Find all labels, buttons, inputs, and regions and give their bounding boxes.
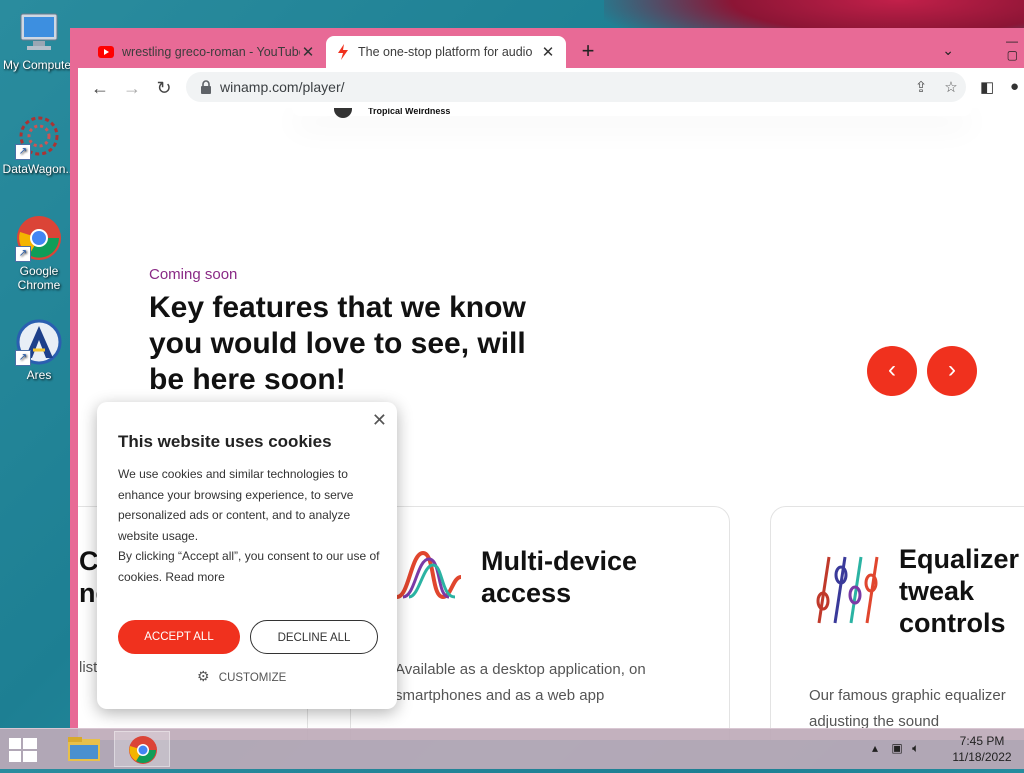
feature-card-title: Multi-device access [481, 546, 638, 608]
coming-soon-label: Coming soon [149, 266, 238, 283]
customize-label: CUSTOMIZE [218, 672, 287, 684]
cookie-consent-dialog: ✕ This website uses cookies We use cooki… [97, 402, 397, 709]
computer-icon [15, 8, 63, 56]
equalizer-sliders-icon [816, 556, 879, 624]
address-url: winamp.com/player/ [220, 79, 345, 95]
browser-chrome: wrestling greco-roman - YouTube ✕ The on… [78, 32, 1024, 108]
desktop-icon-my-computer[interactable]: My Computer [0, 8, 78, 72]
side-panel-icon[interactable]: ◧ [980, 78, 994, 96]
taskbar-clock[interactable]: 7:45 PM 11/18/2022 [944, 733, 1020, 765]
shortcut-arrow-icon: ↗ [15, 144, 31, 160]
windows-start-icon[interactable] [8, 737, 38, 763]
track-avatar [334, 108, 352, 118]
reload-icon[interactable]: ↻ [152, 76, 176, 100]
address-bar[interactable]: winamp.com/player/ ⇪ ☆ [186, 72, 966, 102]
shortcut-arrow-icon: ↗ [15, 246, 31, 262]
minimize-icon[interactable]: — [1006, 34, 1018, 48]
desktop-icon-datawagon[interactable]: ↗ DataWagon... [0, 112, 78, 176]
tab-youtube[interactable]: wrestling greco-roman - YouTube ✕ [88, 36, 326, 68]
chrome-icon: ↗ [15, 214, 63, 262]
desktop-icon-google-chrome[interactable]: ↗ Google Chrome [0, 214, 78, 292]
desktop-icon-label: My Computer [2, 58, 76, 72]
taskbar-chrome[interactable] [114, 731, 170, 767]
taskbar-file-explorer[interactable] [56, 731, 112, 767]
cookie-dialog-title: This website uses cookies [118, 432, 332, 451]
gear-icon: ⚙ [197, 668, 210, 684]
accept-all-button[interactable]: ACCEPT ALL [118, 620, 240, 654]
maximize-icon[interactable]: ▢ [1007, 48, 1018, 62]
system-tray: ▴ ▣ 🔈︎ [872, 741, 919, 756]
multi-device-wave-icon [396, 550, 462, 600]
close-icon[interactable]: ✕ [372, 410, 387, 431]
tab-search-chevron-icon[interactable]: ⌄ [942, 42, 954, 59]
folder-icon [68, 737, 100, 761]
desktop-icon-label: Ares [26, 368, 52, 382]
desktop-icon-ares[interactable]: ↗ Ares [0, 318, 78, 382]
new-tab-button[interactable]: + [576, 40, 600, 64]
share-icon[interactable]: ⇪ [906, 78, 936, 96]
read-more-link[interactable]: Read more [165, 570, 224, 584]
volume-icon[interactable]: 🔈︎ [912, 741, 919, 755]
feature-card-equalizer: Equalizer tweak controls Our famous grap… [770, 506, 1024, 740]
bookmark-star-icon[interactable]: ☆ [936, 78, 966, 96]
datawagon-icon: ↗ [15, 112, 63, 160]
chrome-icon [129, 736, 157, 764]
features-headline: Key features that we know you would love… [149, 291, 526, 396]
youtube-icon [98, 46, 114, 58]
clock-date: 11/18/2022 [952, 750, 1012, 764]
feature-card-title: Equalizer tweak controls [899, 544, 1020, 638]
cookie-body-text: We use cookies and similar technologies … [118, 467, 354, 543]
profile-icon[interactable]: ● [1010, 78, 1019, 95]
track-row: Tropical Weirdness [292, 108, 972, 118]
tab-close-icon[interactable]: ✕ [300, 43, 316, 61]
browser-toolbar: ← → ↻ winamp.com/player/ ⇪ ☆ ◧ ● [78, 68, 1024, 108]
taskbar: ▴ ▣ 🔈︎ 7:45 PM 11/18/2022 [0, 728, 1024, 769]
decline-all-button[interactable]: DECLINE ALL [250, 620, 378, 654]
cookie-consent-text: By clicking “Accept all”, you consent to… [118, 549, 380, 584]
cookie-dialog-body: We use cookies and similar technologies … [118, 464, 383, 587]
tab-strip: wrestling greco-roman - YouTube ✕ The on… [78, 32, 1024, 68]
back-arrow-icon[interactable]: ← [88, 76, 112, 100]
feature-card-multi-device: Multi-device access Available as a deskt… [350, 506, 730, 740]
show-hidden-icons-icon[interactable]: ▴ [872, 741, 878, 755]
desktop-icon-label: Google Chrome [17, 264, 61, 292]
tab-title: The one-stop platform for audio [358, 45, 533, 59]
forward-arrow-icon[interactable]: → [120, 76, 144, 100]
customize-button[interactable]: ⚙ CUSTOMIZE [197, 668, 286, 685]
feature-card-desc: list [79, 659, 98, 676]
window-controls: — ▢ [984, 32, 1024, 68]
network-icon[interactable]: ▣ [891, 741, 902, 755]
feature-card-desc: Available as a desktop application, on s… [395, 661, 646, 704]
tab-winamp[interactable]: The one-stop platform for audio ✕ [326, 36, 566, 68]
lock-icon [201, 80, 211, 94]
tab-close-icon[interactable]: ✕ [540, 43, 556, 61]
desktop-icon-label: DataWagon... [2, 162, 76, 176]
tab-title: wrestling greco-roman - YouTube [122, 45, 300, 59]
shortcut-arrow-icon: ↗ [15, 350, 31, 366]
track-name: Tropical Weirdness [368, 108, 451, 116]
clock-time: 7:45 PM [959, 734, 1005, 748]
carousel-prev-button[interactable]: ‹ [867, 346, 917, 396]
ares-icon: ↗ [15, 318, 63, 366]
carousel-next-button[interactable]: › [927, 346, 977, 396]
winamp-icon [338, 44, 348, 60]
